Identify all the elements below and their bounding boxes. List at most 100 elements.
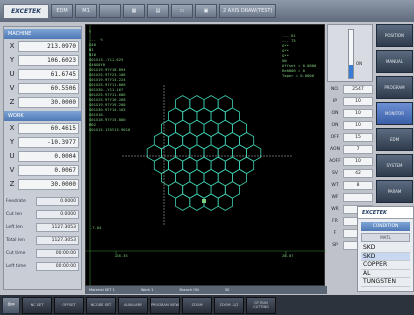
parameter-label: FR (332, 218, 338, 224)
axis-label: Z (9, 180, 15, 188)
parameter-label: IP (332, 98, 338, 104)
machine-axis-v: V 60.5506 (4, 81, 81, 95)
toolbar-button-6[interactable]: ▭ (171, 4, 193, 18)
parameter-row: SV 42 (327, 168, 373, 178)
material-item-selected[interactable]: SKD (361, 252, 410, 261)
axis-value: 213.0970 (18, 40, 79, 52)
fkey-program-view[interactable]: PROGRAM VIEW (150, 296, 180, 314)
fkey-zoom-half[interactable]: ZOOM -1/2 (214, 296, 244, 314)
parameter-row: OFF 15 (327, 132, 373, 142)
info-value: 00:00:00 (36, 248, 79, 258)
parameter-value[interactable]: 7 (343, 144, 373, 154)
toolbar-button-3[interactable] (99, 4, 121, 18)
toolbar-button-edm[interactable]: EDM (51, 4, 73, 18)
axis-label: U (9, 152, 15, 160)
fkey-zoom[interactable]: ZOOM (182, 296, 212, 314)
parameter-label: WR (331, 206, 339, 212)
axis-value: 60.5506 (18, 82, 79, 94)
info-value: 00:00:00 (36, 261, 79, 271)
parameter-label: WT (331, 182, 339, 188)
axis-value: 30.0000 (18, 96, 79, 108)
modal-line: Taper = 0.0000 (282, 73, 315, 78)
info-value: 1127.3053 (36, 222, 79, 232)
material-item[interactable]: TUNGSTEN (361, 278, 410, 287)
fkey-run-cutting[interactable]: GT RUN CUTTING (246, 296, 276, 314)
fkey-nc-set[interactable]: NC SET (22, 296, 52, 314)
parameter-value[interactable]: 8 (343, 180, 373, 190)
axis-value: 61.6745 (18, 68, 79, 80)
info-feedrate: Feedrate 0.0000 (6, 195, 79, 207)
parameter-value[interactable]: 10 (343, 156, 373, 166)
fkey-offset[interactable]: OFFSET (54, 296, 84, 314)
function-key-bar: ⇦ NC SET OFFSET NCODE SET AUXILIARY PROG… (0, 295, 414, 315)
parameter-row: IP 10 (327, 96, 373, 106)
parameter-value[interactable] (343, 192, 373, 202)
save-icon: ▣ (203, 8, 209, 14)
info-left-len: Left len 1127.3053 (6, 221, 79, 233)
parameter-value[interactable]: 42 (343, 168, 373, 178)
nav-program[interactable]: PROGRAM (376, 76, 413, 99)
back-button[interactable]: ⇦ (2, 296, 20, 314)
status-work: Work 1 (140, 288, 154, 292)
nav-position[interactable]: POSITION (376, 24, 413, 47)
nav-edm[interactable]: EDM (376, 128, 413, 151)
gauge-fill (349, 65, 353, 78)
parameter-row: WF (327, 192, 373, 202)
info-label: Feedrate (6, 198, 26, 204)
parameter-value[interactable]: 10 (343, 96, 373, 106)
parameter-value[interactable]: 15 (343, 132, 373, 142)
condition-subtitle: MATL (361, 233, 410, 242)
power-gauge: ON (327, 24, 373, 82)
machine-axis-y: Y 106.6023 (4, 53, 81, 67)
axis-value: 0.0004 (18, 150, 79, 162)
info-value: 0.0000 (36, 209, 79, 219)
toolbar-button-m1[interactable]: M1 (75, 4, 97, 18)
parameter-label: SP (332, 242, 338, 248)
nav-monitor[interactable]: MONITOR (376, 102, 413, 125)
nav-manual[interactable]: MANUAL (376, 50, 413, 73)
info-cut-time: Cut time 00:00:00 (6, 247, 79, 259)
toolbar-button-4[interactable]: ▦ (123, 4, 145, 18)
info-label: Total len (6, 237, 25, 243)
axis-label: X (9, 42, 15, 50)
toolbar-button-5[interactable]: ▤ (147, 4, 169, 18)
axis-label: Y (9, 138, 15, 146)
tool-position-marker (202, 199, 206, 203)
hexagon-path (203, 193, 219, 211)
status-bar: Material SET 1 Work 1 Branch ON 30 (85, 286, 327, 294)
toolbar-button-7[interactable]: ▣ (195, 4, 217, 18)
condition-title: CONDITION (361, 222, 410, 231)
y-axis-mark: -7.84 (90, 225, 102, 230)
work-axis-u: U 0.0004 (4, 149, 81, 163)
material-item[interactable]: COPPER (361, 261, 410, 270)
axis-label: U (9, 70, 15, 78)
status-value: 30 (224, 288, 230, 292)
info-label: Cut len (6, 211, 23, 217)
work-axis-y: Y -10.3977 (4, 135, 81, 149)
material-item[interactable]: AL (361, 270, 410, 278)
work-axis-x: X 60.4615 (4, 121, 81, 135)
parameter-value[interactable]: 2547 (343, 84, 373, 94)
parameter-row: ON 10 (327, 120, 373, 130)
info-left-time: Left time 00:00:00 (6, 260, 79, 272)
program-listing: --- % G40 N1 N10 G01X13.-Y11.625 G40X0Y0 G01X1… (89, 37, 130, 132)
machine-axis-z: Z 30.0000 (4, 95, 81, 109)
toolbar-mode-label[interactable]: 2 AXIS DRAW(TEST) (219, 4, 277, 18)
parameter-label: WF (331, 194, 339, 200)
axis-value: 30.0000 (18, 178, 79, 190)
info-value: 0.0000 (36, 196, 79, 206)
axis-value: 106.6023 (18, 54, 79, 66)
parameter-value[interactable]: 10 (343, 108, 373, 118)
info-total-len: Total len 1127.3053 (6, 234, 79, 246)
nav-system[interactable]: SYSTEM (376, 154, 413, 177)
fkey-ncode-set[interactable]: NCODE SET (86, 296, 116, 314)
axis-label: V (9, 84, 15, 92)
hexagon-path (189, 193, 205, 211)
nav-param[interactable]: PARAM (376, 180, 413, 203)
toolpath-display[interactable]: --- % G40 N1 N10 G01X13.-Y11.625 G40X0Y0 G01X1… (85, 24, 326, 287)
fkey-auxiliary[interactable]: AUXILIARY (118, 296, 148, 314)
top-toolbar: EXCETEK EDM M1 ▦ ▤ ▭ ▣ 2 AXIS DRAW(TEST) (0, 0, 414, 22)
axis-value: -10.3977 (18, 136, 79, 148)
material-item[interactable]: SKD (361, 244, 410, 253)
parameter-value[interactable]: 10 (343, 120, 373, 130)
